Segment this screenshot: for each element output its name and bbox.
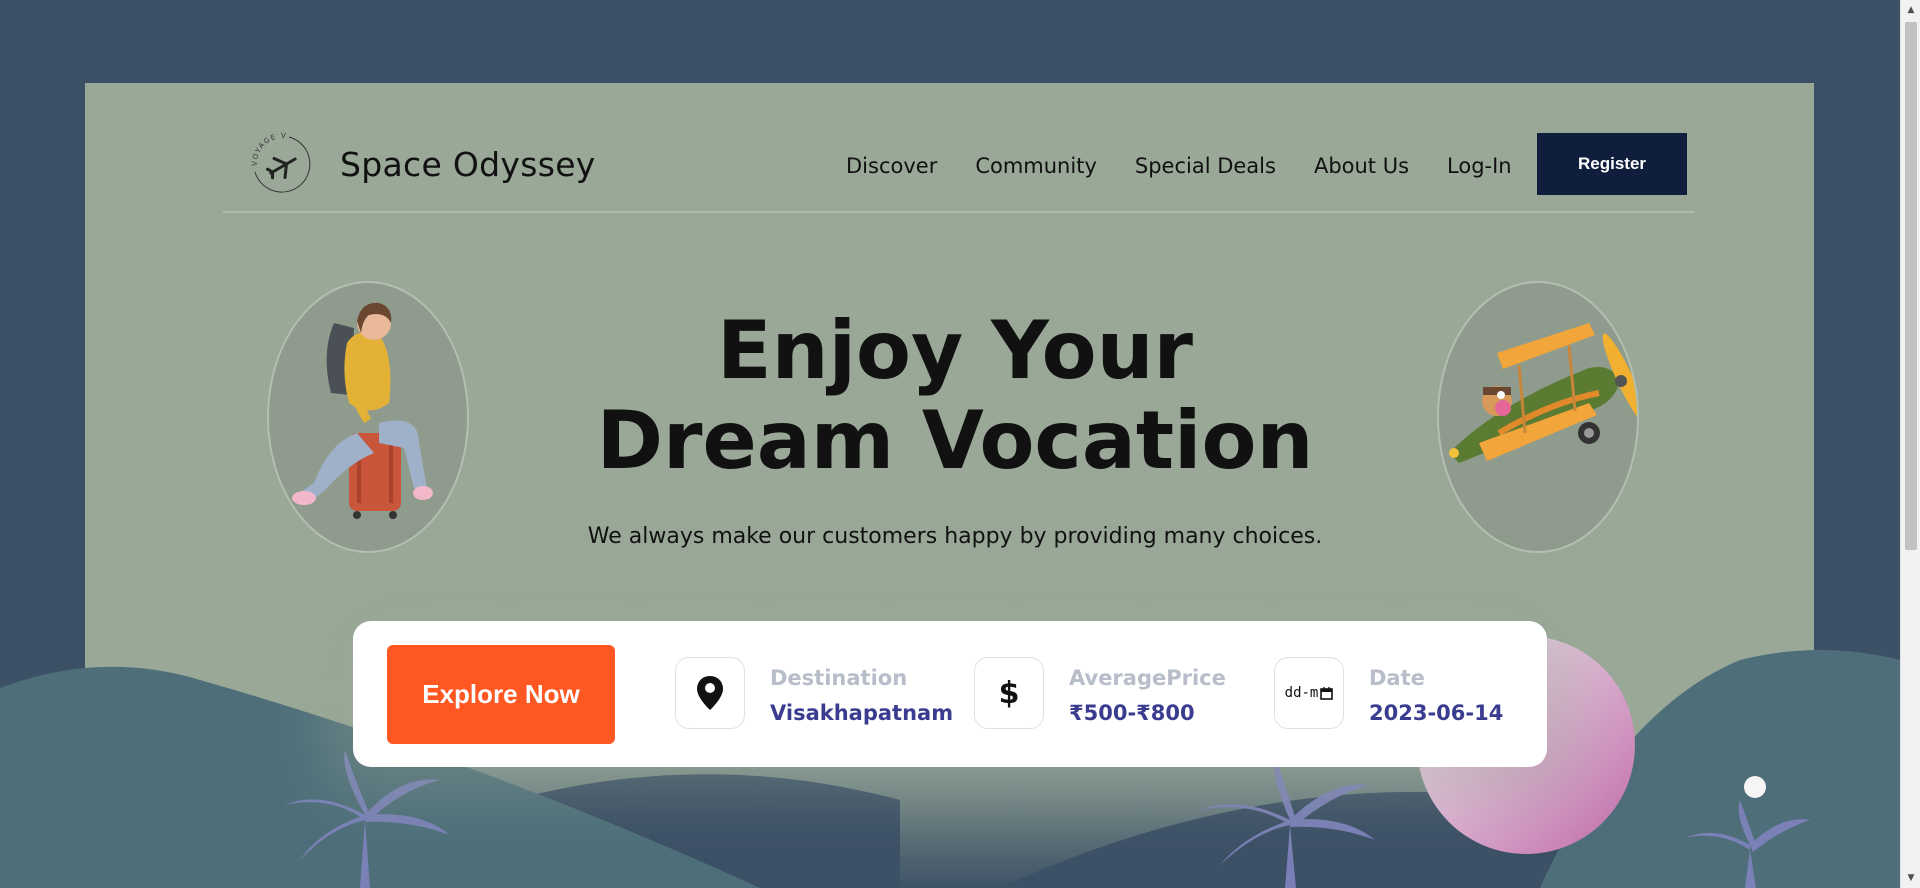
price-label: AveragePrice <box>1069 666 1226 690</box>
search-card: Explore Now Destination Visakhapatnam $ … <box>353 621 1547 767</box>
headline-line-2: Dream Vocation <box>596 394 1314 487</box>
page-scrollbar[interactable]: ▲ ▼ <box>1900 0 1920 888</box>
date-input-placeholder: dd-m <box>1284 685 1319 701</box>
dollar-icon: $ <box>998 675 1020 711</box>
main-nav: Discover Community Special Deals About U… <box>846 154 1550 178</box>
brand-name[interactable]: Space Odyssey <box>340 145 596 184</box>
scroll-up-arrow-icon[interactable]: ▲ <box>1901 0 1920 20</box>
plane-image <box>1437 281 1639 553</box>
explore-now-button[interactable]: Explore Now <box>387 645 615 744</box>
nav-special-deals[interactable]: Special Deals <box>1135 154 1276 178</box>
date-input[interactable]: dd-m <box>1274 657 1344 729</box>
destination-icon-box[interactable] <box>675 657 745 729</box>
traveler-image <box>267 281 469 553</box>
date-value[interactable]: 2023-06-14 <box>1369 701 1503 725</box>
brand-logo[interactable]: VOYAGE VIA <box>242 120 319 200</box>
hero-headline: Enjoy Your Dream Vocation <box>450 306 1460 486</box>
destination-label: Destination <box>770 666 908 690</box>
headline-line-1: Enjoy Your <box>717 304 1193 397</box>
price-icon-box[interactable]: $ <box>974 657 1044 729</box>
register-button[interactable]: Register <box>1537 133 1687 195</box>
scrollbar-thumb[interactable] <box>1905 22 1917 550</box>
hero-subheadline: We always make our customers happy by pr… <box>587 524 1323 549</box>
calendar-icon[interactable] <box>1320 686 1334 700</box>
nav-community[interactable]: Community <box>975 154 1097 178</box>
date-input-display: dd-m <box>1285 685 1334 701</box>
nav-about-us[interactable]: About Us <box>1314 154 1409 178</box>
airplane-logo-icon: VOYAGE VIA <box>242 120 311 193</box>
destination-value[interactable]: Visakhapatnam <box>770 701 953 725</box>
header-divider <box>223 211 1695 213</box>
nav-log-in[interactable]: Log-In <box>1447 154 1512 178</box>
scroll-down-arrow-icon[interactable]: ▼ <box>1901 868 1920 888</box>
date-label: Date <box>1369 666 1425 690</box>
nav-discover[interactable]: Discover <box>846 154 937 178</box>
page: VOYAGE VIA Space Odyssey Discover Commun… <box>0 0 1900 888</box>
map-pin-icon <box>697 676 723 710</box>
price-value[interactable]: ₹500-₹800 <box>1069 701 1195 725</box>
